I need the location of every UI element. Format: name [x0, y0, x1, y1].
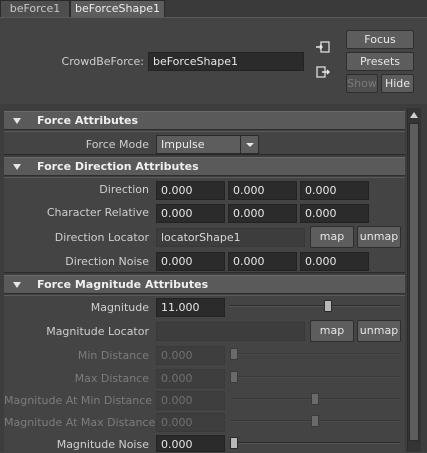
magnitude-noise-field[interactable]: 0.000 — [156, 435, 225, 452]
input-connection-icon[interactable] — [316, 40, 330, 54]
min-distance-slider-track[interactable] — [230, 353, 400, 355]
scroll-up-icon[interactable] — [409, 110, 419, 120]
direction-x-field[interactable]: 0.000 — [156, 181, 225, 200]
collapse-triangle-icon[interactable] — [13, 118, 21, 124]
direction-noise-x-field[interactable]: 0.000 — [156, 252, 225, 271]
magnitude-noise-slider-handle[interactable] — [230, 437, 238, 449]
magnitude-map-button[interactable]: map — [310, 320, 354, 342]
tab-beforce1[interactable]: beForce1 — [0, 0, 70, 17]
min-distance-field[interactable]: 0.000 — [156, 346, 225, 365]
focus-button[interactable]: Focus — [346, 30, 414, 49]
section-header-magnitude[interactable]: Force Magnitude Attributes — [4, 275, 405, 294]
hide-button[interactable]: Hide — [381, 74, 414, 93]
magnitude-field[interactable]: 11.000 — [156, 298, 225, 317]
character-relative-label: Character Relative — [46, 206, 149, 219]
direction-label: Direction — [99, 183, 149, 196]
character-relative-x-field[interactable]: 0.000 — [156, 204, 225, 223]
magnitude-at-max-distance-slider-handle[interactable] — [311, 415, 319, 427]
direction-locator-label: Direction Locator — [54, 231, 149, 244]
max-distance-slider-handle[interactable] — [230, 371, 238, 383]
magnitude-at-min-distance-label: Magnitude At Min Distance — [4, 394, 153, 407]
magnitude-slider-handle[interactable] — [323, 300, 332, 312]
output-connection-icon[interactable] — [316, 65, 330, 79]
scrollbar-thumb[interactable] — [409, 123, 419, 441]
min-distance-label: Min Distance — [77, 349, 149, 362]
direction-map-button[interactable]: map — [310, 226, 354, 248]
direction-unmap-button[interactable]: unmap — [357, 226, 401, 248]
magnitude-at-max-distance-label: Magnitude At Max Distance — [4, 416, 156, 429]
direction-noise-z-field[interactable]: 0.000 — [300, 252, 369, 271]
magnitude-label: Magnitude — [90, 301, 149, 314]
section-header-force[interactable]: Force Attributes — [4, 111, 405, 130]
magnitude-at-min-distance-slider-handle[interactable] — [311, 393, 319, 405]
node-name-label: CrowdBeForce: — [61, 55, 144, 68]
magnitude-slider-track[interactable] — [230, 305, 400, 307]
collapse-triangle-icon[interactable] — [13, 282, 21, 288]
max-distance-label: Max Distance — [74, 372, 149, 385]
collapse-triangle-icon[interactable] — [13, 164, 21, 170]
dropdown-arrow-icon[interactable] — [240, 136, 258, 153]
magnitude-locator-field[interactable] — [156, 322, 305, 341]
magnitude-noise-slider-track[interactable] — [230, 442, 400, 444]
character-relative-y-field[interactable]: 0.000 — [228, 204, 297, 223]
min-distance-slider-handle[interactable] — [230, 348, 238, 360]
max-distance-field[interactable]: 0.000 — [156, 369, 225, 388]
direction-noise-label: Direction Noise — [65, 255, 149, 268]
magnitude-unmap-button[interactable]: unmap — [357, 320, 401, 342]
magnitude-at-max-distance-field[interactable]: 0.000 — [156, 413, 225, 432]
force-mode-label: Force Mode — [85, 138, 149, 151]
character-relative-z-field[interactable]: 0.000 — [300, 204, 369, 223]
magnitude-noise-label: Magnitude Noise — [56, 438, 149, 451]
tab-beforceshape1[interactable]: beForceShape1 — [70, 0, 165, 17]
section-header-direction[interactable]: Force Direction Attributes — [4, 157, 405, 176]
node-name-field[interactable]: beForceShape1 — [148, 52, 304, 71]
magnitude-at-min-distance-field[interactable]: 0.000 — [156, 391, 225, 410]
direction-noise-y-field[interactable]: 0.000 — [228, 252, 297, 271]
magnitude-locator-label: Magnitude Locator — [46, 325, 149, 338]
direction-y-field[interactable]: 0.000 — [228, 181, 297, 200]
show-button[interactable]: Show — [346, 74, 378, 93]
force-mode-value: Impulse — [161, 138, 205, 151]
presets-button[interactable]: Presets — [346, 52, 414, 71]
direction-z-field[interactable]: 0.000 — [300, 181, 369, 200]
direction-locator-field[interactable]: locatorShape1 — [156, 228, 305, 247]
max-distance-slider-track[interactable] — [230, 376, 400, 378]
